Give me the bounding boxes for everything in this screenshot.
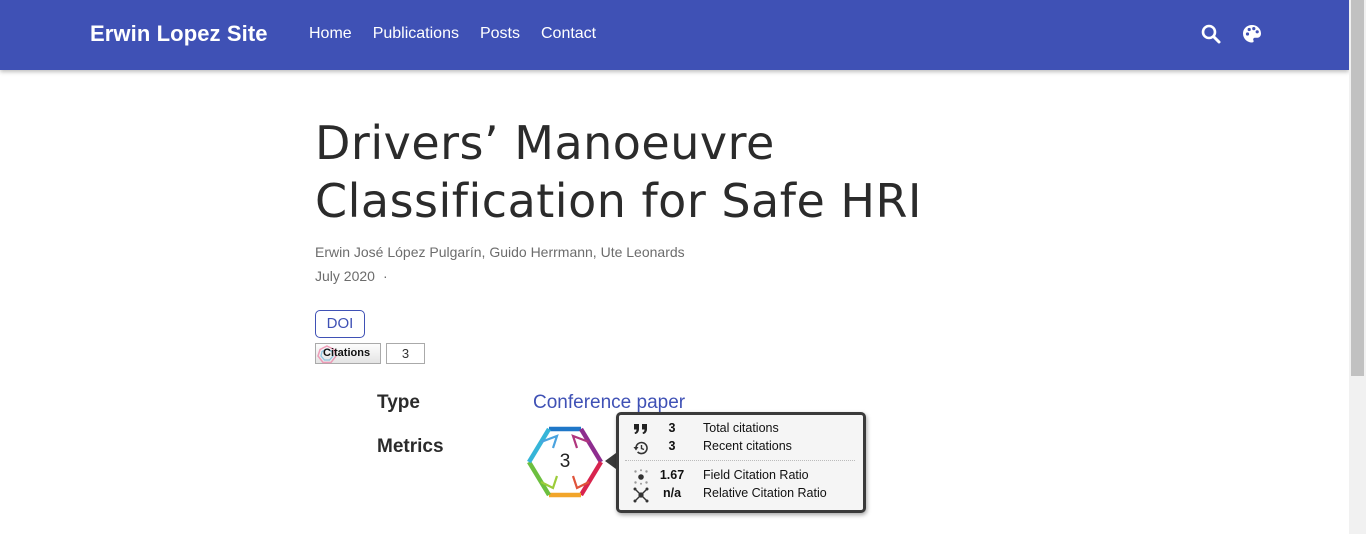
nav-posts-link[interactable]: Posts xyxy=(480,25,520,43)
publication-date-line: July 2020 · xyxy=(315,268,388,284)
nav-contact-link[interactable]: Contact xyxy=(541,25,596,43)
site-brand-link[interactable]: Erwin Lopez Site xyxy=(90,21,268,47)
type-value-link[interactable]: Conference paper xyxy=(533,392,685,414)
metrics-label: Metrics xyxy=(377,436,444,457)
citations-badge-count: 3 xyxy=(386,343,425,364)
metrics-popup-divider xyxy=(625,460,855,461)
metric-value: 3 xyxy=(668,439,676,453)
metric-row-field-citation-ratio: 1.67 Field Citation Ratio xyxy=(619,468,863,486)
date-separator: · xyxy=(382,268,388,284)
page-scrollbar-thumb[interactable] xyxy=(1351,0,1364,376)
network-burst-icon xyxy=(633,487,651,503)
quote-icon xyxy=(633,422,651,438)
doi-button[interactable]: DOI xyxy=(315,310,365,338)
metrics-popup-arrow xyxy=(605,453,616,469)
citations-badge-label-box: Citations xyxy=(315,343,381,364)
author-list: Erwin José López Pulgarín, Guido Herrman… xyxy=(315,244,685,260)
metric-label: Total citations xyxy=(703,421,779,435)
top-navbar: Erwin Lopez Site Home Publications Posts… xyxy=(0,0,1349,70)
citations-badge[interactable]: Citations 3 xyxy=(315,343,425,364)
history-icon xyxy=(633,440,651,456)
metric-value: 1.67 xyxy=(659,468,685,482)
dimensions-badge-number: 3 xyxy=(559,451,571,472)
search-icon[interactable] xyxy=(1200,23,1222,45)
type-label: Type xyxy=(377,392,420,413)
main-nav: Home Publications Posts Contact xyxy=(309,25,596,43)
metrics-popup: 3 Total citations 3 Recent citations 1.6… xyxy=(616,412,866,513)
page-title: Drivers’ Manoeuvre Classification for Sa… xyxy=(315,114,1015,230)
metric-row-relative-citation-ratio: n/a Relative Citation Ratio xyxy=(619,486,863,504)
metric-label: Field Citation Ratio xyxy=(703,468,809,482)
palette-icon[interactable] xyxy=(1241,23,1263,45)
network-icon xyxy=(633,469,651,485)
page-title-line-1: Drivers’ Manoeuvre xyxy=(315,116,775,170)
nav-icon-group xyxy=(1200,23,1263,45)
metric-label: Relative Citation Ratio xyxy=(703,486,827,500)
nav-home-link[interactable]: Home xyxy=(309,25,352,43)
metric-label: Recent citations xyxy=(703,439,792,453)
publication-date: July 2020 xyxy=(315,268,375,284)
metric-row-total-citations: 3 Total citations xyxy=(619,421,863,439)
metric-value: n/a xyxy=(662,486,682,500)
nav-publications-link[interactable]: Publications xyxy=(373,25,459,43)
citations-badge-label: Citations xyxy=(323,347,371,359)
metric-row-recent-citations: 3 Recent citations xyxy=(619,439,863,457)
page-title-line-2: Classification for Safe HRI xyxy=(315,174,922,228)
metric-value: 3 xyxy=(668,421,676,435)
